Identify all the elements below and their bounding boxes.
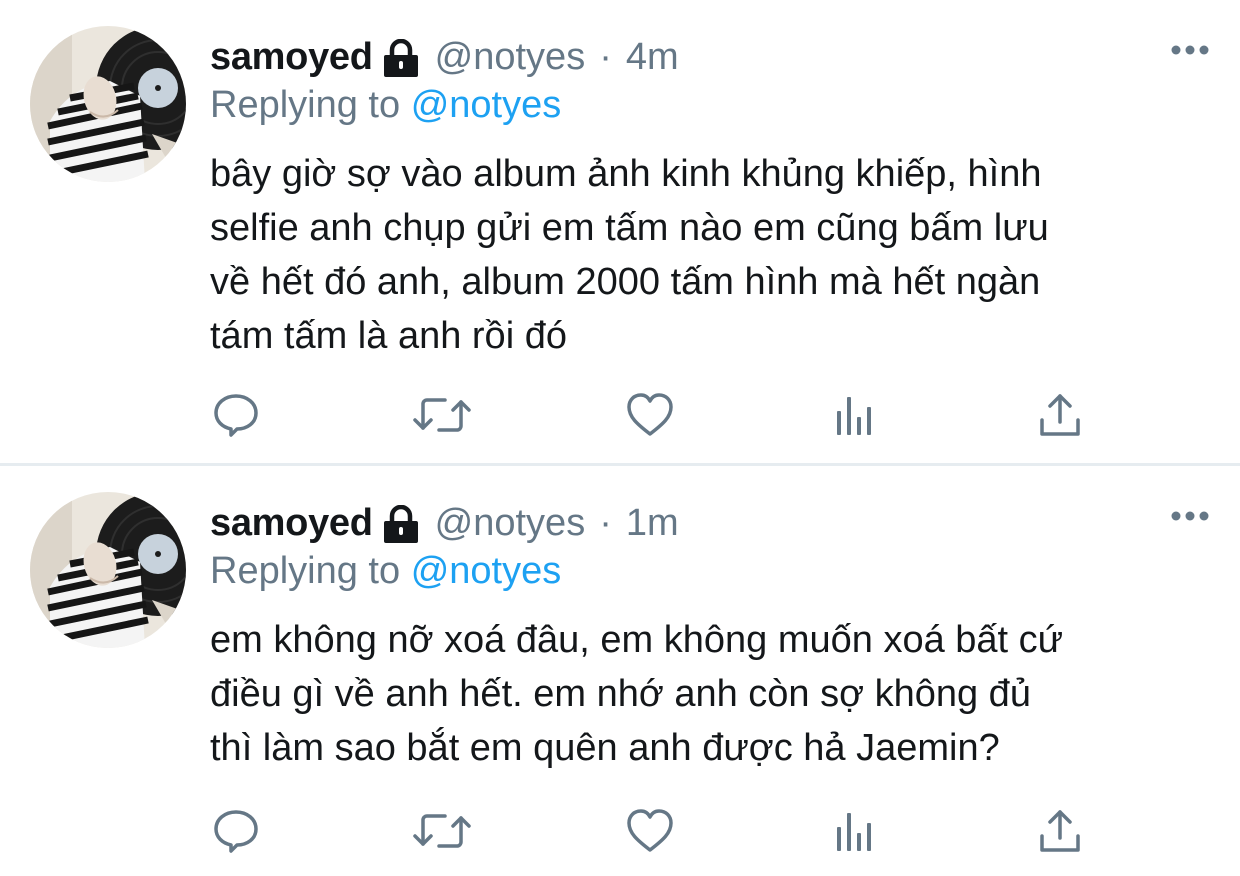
retweet-button[interactable] — [412, 385, 472, 445]
tweet-actions — [210, 801, 1110, 861]
retweet-button[interactable] — [412, 801, 472, 861]
tweet[interactable]: samoyed @notyes · 1m Replying to @notyes… — [0, 466, 1240, 876]
retweet-icon — [413, 390, 471, 440]
tweet-text: em không nỡ xoá đâu, em không muốn xoá b… — [210, 619, 1064, 769]
like-icon — [625, 806, 675, 856]
tweet-text: bây giờ sợ vào album ảnh kinh khủng khiế… — [210, 153, 1049, 357]
timestamp[interactable]: 1m — [626, 496, 679, 550]
tweet-header: samoyed @notyes · 4m — [210, 30, 679, 84]
reply-icon — [211, 806, 261, 856]
share-icon — [1037, 390, 1083, 440]
tweet-actions — [210, 385, 1110, 445]
handle[interactable]: @notyes — [435, 496, 586, 550]
share-button[interactable] — [1030, 801, 1090, 861]
separator-dot: · — [599, 36, 612, 78]
separator-dot: · — [599, 502, 612, 544]
lock-icon — [383, 38, 419, 79]
tweet[interactable]: samoyed @notyes · 4m Replying to @notyes… — [0, 0, 1240, 464]
reply-button[interactable] — [206, 385, 266, 445]
analytics-button[interactable] — [825, 385, 885, 445]
replying-prefix: Replying to — [210, 550, 401, 592]
analytics-icon — [833, 809, 877, 853]
replying-to: Replying to @notyes — [210, 545, 561, 597]
analytics-icon — [833, 393, 877, 437]
display-name[interactable]: samoyed — [210, 496, 373, 550]
analytics-button[interactable] — [825, 801, 885, 861]
like-button[interactable] — [620, 801, 680, 861]
lock-icon — [383, 504, 419, 545]
replying-to-link[interactable]: @notyes — [411, 84, 562, 126]
like-icon — [625, 390, 675, 440]
timestamp[interactable]: 4m — [626, 30, 679, 84]
more-icon[interactable] — [1170, 506, 1210, 526]
share-button[interactable] — [1030, 385, 1090, 445]
more-icon[interactable] — [1170, 40, 1210, 60]
reply-icon — [211, 390, 261, 440]
replying-to-link[interactable]: @notyes — [411, 550, 562, 592]
share-icon — [1037, 806, 1083, 856]
replying-to: Replying to @notyes — [210, 79, 561, 131]
tweet-header: samoyed @notyes · 1m — [210, 496, 679, 550]
avatar[interactable] — [30, 26, 186, 182]
like-button[interactable] — [620, 385, 680, 445]
handle[interactable]: @notyes — [435, 30, 586, 84]
reply-button[interactable] — [206, 801, 266, 861]
avatar[interactable] — [30, 492, 186, 648]
display-name[interactable]: samoyed — [210, 30, 373, 84]
retweet-icon — [413, 806, 471, 856]
replying-prefix: Replying to — [210, 84, 401, 126]
